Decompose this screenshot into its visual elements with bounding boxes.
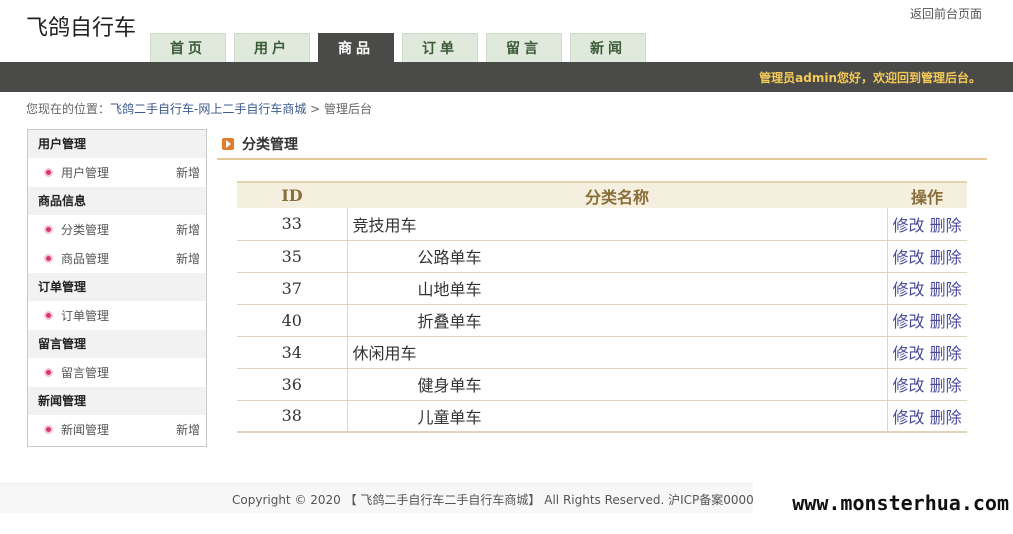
section-header: 分类管理 [222, 134, 298, 154]
table-header-row: ID 分类名称 操作 [237, 181, 967, 208]
bullet-icon [44, 425, 53, 434]
category-table: ID 分类名称 操作 33 竞技用车 修改 删除 35 公路单车 修改 删除 37 山地单车修… [237, 181, 967, 433]
delete-link[interactable]: 删除 [930, 248, 962, 267]
header-name: 分类名称 [347, 181, 887, 208]
sidebar-item: 留言管理 [28, 358, 206, 387]
copyright-text: Copyright © 2020 【 飞鸽二手自行车二手自行车商城】 All R… [232, 493, 754, 507]
cell-name: 公路单车 [346, 240, 888, 273]
delete-link[interactable]: 删除 [930, 216, 962, 235]
bullet-icon [44, 311, 53, 320]
delete-link[interactable]: 删除 [930, 280, 962, 299]
table-row: 34 休闲用车 修改 删除 [237, 336, 967, 369]
cell-name: 儿童单车 [346, 400, 888, 433]
sidebar-item-link[interactable]: 用户管理 [61, 164, 176, 181]
cell-name: 健身单车 [346, 368, 888, 401]
main-nav: 首页 用户 商品 订单 留言 新闻 [150, 33, 654, 62]
table-row: 33 竞技用车 修改 删除 [237, 208, 967, 241]
bullet-icon [44, 225, 53, 234]
edit-link[interactable]: 修改 [893, 248, 925, 267]
header-id: ID [237, 181, 347, 208]
cell-ops: 修改 删除 [887, 400, 967, 433]
sidebar-group-3: 留言管理 [28, 330, 206, 358]
watermark-text: www.monsterhua.com [792, 491, 1009, 515]
nav-tab-1[interactable]: 用户 [234, 33, 310, 62]
breadcrumb-site-link[interactable]: 飞鸽二手自行车-网上二手自行车商城 [110, 102, 306, 116]
table-row: 38 儿童单车 修改 删除 [237, 400, 967, 433]
brand-title: 飞鸽自行车 [26, 16, 137, 41]
edit-link[interactable]: 修改 [893, 312, 925, 331]
bullet-icon [44, 368, 53, 377]
cell-id: 36 [237, 368, 347, 401]
cell-id: 40 [237, 304, 347, 337]
sidebar-item-link[interactable]: 新闻管理 [61, 421, 176, 438]
section-title: 分类管理 [242, 137, 298, 153]
sidebar-item-link[interactable]: 留言管理 [61, 364, 200, 381]
sidebar-add-link[interactable]: 新增 [176, 164, 200, 181]
edit-link[interactable]: 修改 [893, 280, 925, 299]
cell-ops: 修改 删除 [887, 208, 967, 241]
sidebar-item-link[interactable]: 商品管理 [61, 250, 176, 267]
bullet-icon [44, 254, 53, 263]
table-row: 36 健身单车 修改 删除 [237, 368, 967, 401]
sidebar: 用户管理 用户管理 新增 商品信息 分类管理 新增 商品管理 新增 订单管理 订单管理 留言管理 留言… [27, 129, 207, 447]
sidebar-group-1: 商品信息 [28, 187, 206, 215]
cell-id: 33 [237, 208, 347, 241]
cell-ops: 修改 删除 [887, 336, 967, 369]
table-row: 37 山地单车 修改 删除 [237, 272, 967, 305]
edit-link[interactable]: 修改 [893, 216, 925, 235]
sidebar-add-link[interactable]: 新增 [176, 421, 200, 438]
sidebar-add-link[interactable]: 新增 [176, 221, 200, 238]
cell-name: 山地单车 [346, 272, 888, 305]
breadcrumb-prefix: 您现在的位置： [26, 102, 111, 116]
sidebar-item: 新闻管理 新增 [28, 415, 206, 444]
section-divider [217, 158, 987, 160]
bullet-icon [44, 168, 53, 177]
breadcrumb: 您现在的位置：飞鸽二手自行车-网上二手自行车商城 > 管理后台 [26, 100, 372, 117]
cell-id: 34 [237, 336, 347, 369]
nav-tab-4[interactable]: 留言 [486, 33, 562, 62]
nav-tab-5[interactable]: 新闻 [570, 33, 646, 62]
edit-link[interactable]: 修改 [893, 376, 925, 395]
cell-ops: 修改 删除 [887, 304, 967, 337]
sidebar-item-link[interactable]: 订单管理 [61, 307, 200, 324]
nav-tab-0[interactable]: 首页 [150, 33, 226, 62]
sidebar-item: 订单管理 [28, 301, 206, 330]
sidebar-item-link[interactable]: 分类管理 [61, 221, 176, 238]
back-to-front-link[interactable]: 返回前台页面 [910, 5, 982, 22]
sidebar-item: 商品管理 新增 [28, 244, 206, 273]
header-ops: 操作 [887, 181, 967, 208]
table-row: 35 公路单车 修改 删除 [237, 240, 967, 273]
sidebar-add-link[interactable]: 新增 [176, 250, 200, 267]
sidebar-item: 用户管理 新增 [28, 158, 206, 187]
delete-link[interactable]: 删除 [930, 344, 962, 363]
cell-id: 35 [237, 240, 347, 273]
cell-id: 37 [237, 272, 347, 305]
footer: Copyright © 2020 【 飞鸽二手自行车二手自行车商城】 All R… [0, 483, 754, 513]
sidebar-group-4: 新闻管理 [28, 387, 206, 415]
sidebar-group-2: 订单管理 [28, 273, 206, 301]
cell-ops: 修改 删除 [887, 240, 967, 273]
delete-link[interactable]: 删除 [930, 312, 962, 331]
delete-link[interactable]: 删除 [930, 408, 962, 427]
nav-tab-3[interactable]: 订单 [402, 33, 478, 62]
admin-bar: 管理员admin您好，欢迎回到管理后台。 [0, 62, 1013, 92]
breadcrumb-current: 管理后台 [324, 102, 373, 116]
edit-link[interactable]: 修改 [893, 408, 925, 427]
cell-name: 竞技用车 [346, 208, 888, 241]
cell-name: 休闲用车 [346, 336, 888, 369]
sidebar-group-0: 用户管理 [28, 130, 206, 158]
cell-ops: 修改 删除 [887, 368, 967, 401]
arrow-right-icon [222, 138, 234, 150]
delete-link[interactable]: 删除 [930, 376, 962, 395]
cell-name: 折叠单车 [346, 304, 888, 337]
sidebar-item: 分类管理 新增 [28, 215, 206, 244]
cell-id: 38 [237, 400, 347, 433]
nav-tab-2[interactable]: 商品 [318, 33, 394, 62]
breadcrumb-separator: > [306, 102, 325, 116]
cell-ops: 修改 删除 [887, 272, 967, 305]
table-row: 40 折叠单车 修改 删除 [237, 304, 967, 337]
welcome-text: 管理员admin您好，欢迎回到管理后台。 [759, 71, 981, 85]
edit-link[interactable]: 修改 [893, 344, 925, 363]
